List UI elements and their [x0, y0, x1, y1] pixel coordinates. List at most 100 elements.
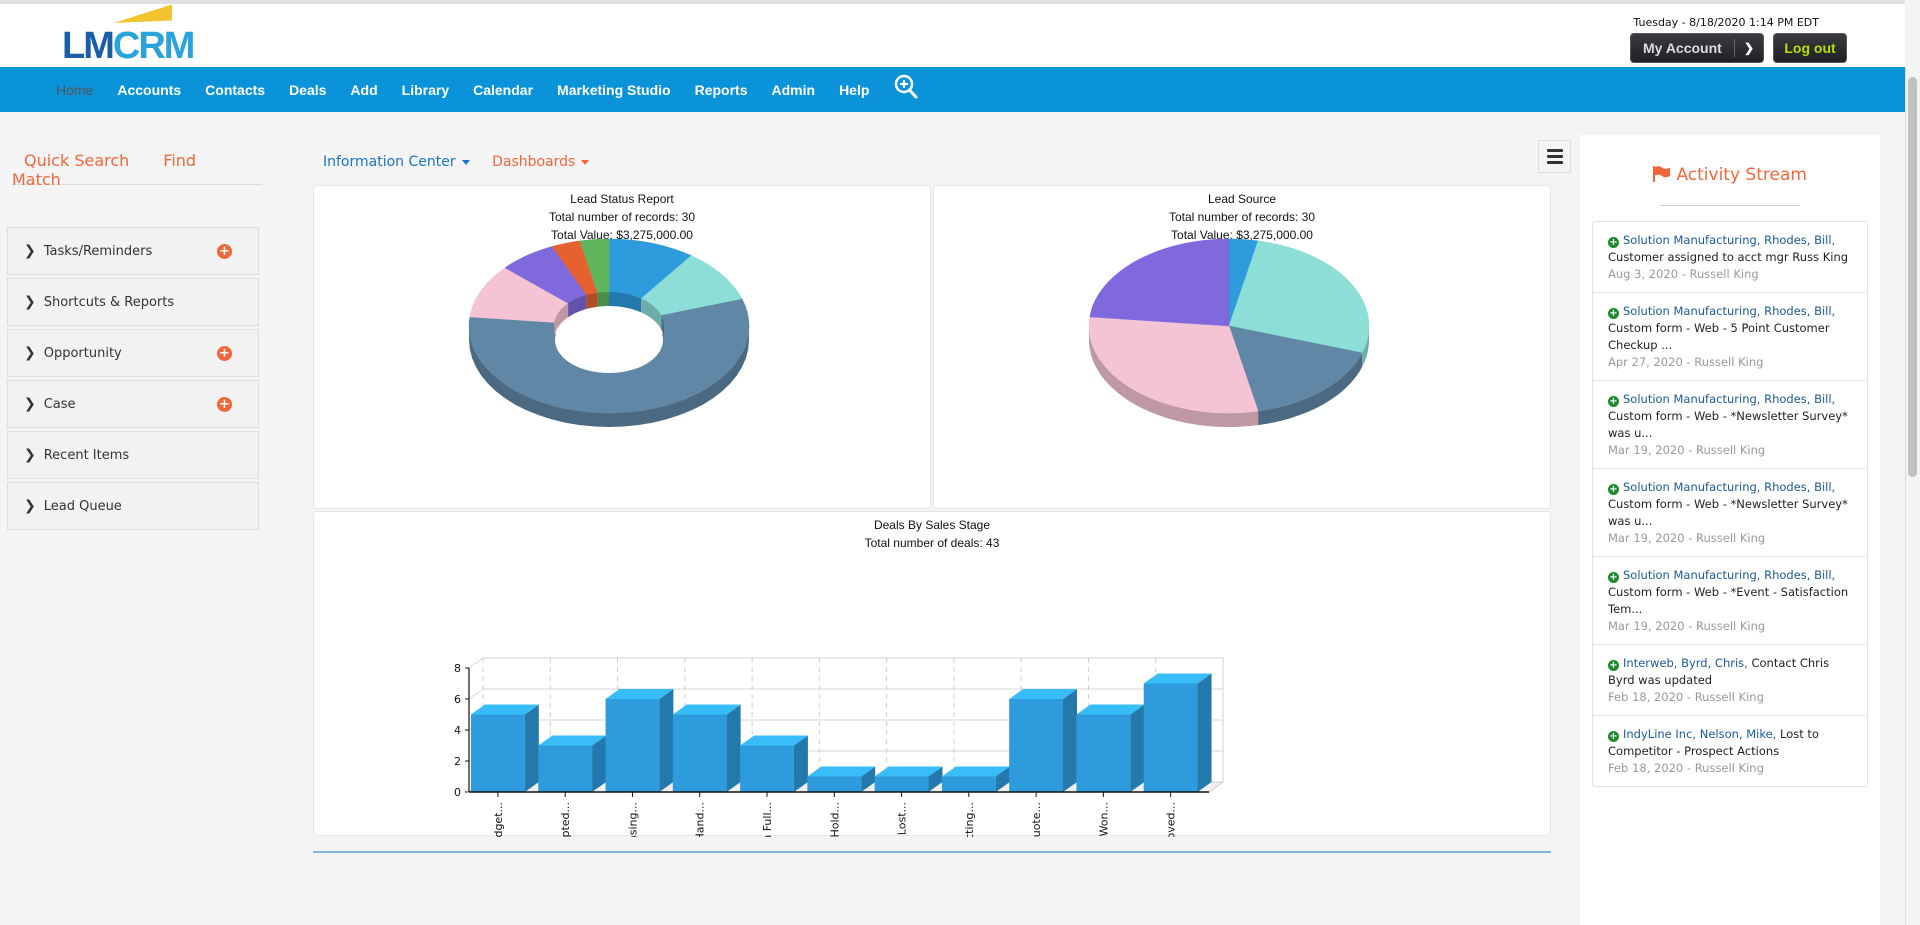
chevron-down-icon[interactable]: ❯	[1735, 41, 1763, 55]
scrollbar-thumb[interactable]	[1908, 77, 1917, 477]
caret-down-icon	[461, 159, 470, 165]
lead-source-card: Lead Source Total number of records: 30 …	[933, 185, 1551, 509]
flag-icon	[1653, 165, 1671, 185]
plus-circle-icon[interactable]: +	[1608, 731, 1619, 742]
x-tick-label: Quote Accepted...	[559, 802, 572, 837]
sidebar-panel-shortcuts-reports[interactable]: ❯ Shortcuts & Reports	[7, 278, 259, 326]
donut-hole	[555, 307, 663, 373]
bar[interactable]	[807, 766, 876, 793]
activity-record-link[interactable]: Solution Manufacturing, Rhodes, Bill,	[1623, 480, 1835, 494]
activity-text: Customer assigned to acct mgr Russ King	[1608, 250, 1849, 264]
y-tick-label: 0	[454, 786, 461, 799]
nav-contacts[interactable]: Contacts	[205, 82, 265, 98]
divider	[1660, 205, 1800, 206]
activity-meta: Feb 18, 2020 - Russell King	[1608, 761, 1764, 775]
bar[interactable]	[740, 735, 808, 793]
panel-label: Lead Queue	[43, 498, 122, 514]
activity-record-link[interactable]: Solution Manufacturing, Rhodes, Bill,	[1623, 392, 1835, 406]
nav-accounts[interactable]: Accounts	[117, 82, 181, 98]
x-tick-label: Closed - Won...	[1097, 802, 1110, 837]
plus-circle-icon[interactable]: +	[1608, 396, 1619, 407]
activity-record-link[interactable]: Solution Manufacturing, Rhodes, Bill,	[1623, 568, 1835, 582]
chevron-right-icon: ❯	[24, 396, 36, 412]
activity-record-link[interactable]: Solution Manufacturing, Rhodes, Bill,	[1623, 304, 1835, 318]
information-center-dropdown[interactable]: Information Center	[323, 154, 470, 170]
page-scrollbar[interactable]	[1905, 67, 1920, 925]
donut-inner-wall	[586, 292, 598, 309]
bar[interactable]	[538, 735, 607, 793]
sidebar-panel-lead-queue[interactable]: ❯ Lead Queue	[7, 482, 259, 530]
search-plus-icon[interactable]	[893, 74, 919, 100]
bar[interactable]	[1143, 673, 1212, 793]
bar[interactable]	[874, 766, 943, 793]
plus-circle-icon[interactable]: +	[1608, 484, 1619, 495]
nav-admin[interactable]: Admin	[772, 82, 816, 98]
x-tick-label: Approved Budget...	[492, 802, 505, 837]
activity-item: + Solution Manufacturing, Rhodes, Bill, C…	[1593, 293, 1867, 381]
logo-text-lm: LM	[62, 25, 115, 67]
quick-search-link[interactable]: Quick Search	[24, 151, 129, 170]
plus-circle-icon[interactable]: +	[1608, 572, 1619, 583]
gridline	[468, 688, 484, 700]
deals-bar-chart[interactable]: 0 2 4 6 8 Approved Budget... Quote Accepted...…	[314, 512, 1552, 837]
nav-marketing-studio[interactable]: Marketing Studio	[557, 82, 671, 98]
current-datetime: Tuesday - 8/18/2020 1:14 PM EDT	[1633, 16, 1819, 29]
panel-label: Tasks/Reminders	[43, 243, 153, 259]
lmcrm-logo[interactable]: LMCRM	[62, 4, 222, 67]
activity-meta: Mar 19, 2020 - Russell King	[1608, 443, 1766, 457]
lead-source-pie-chart[interactable]	[934, 186, 1552, 510]
plus-circle-icon[interactable]: +	[1608, 308, 1619, 319]
chevron-right-icon: ❯	[24, 294, 36, 310]
activity-list: + Solution Manufacturing, Rhodes, Bill, C…	[1592, 221, 1868, 787]
nav-home[interactable]: Home	[56, 82, 93, 98]
bar[interactable]	[941, 766, 1010, 793]
nav-help[interactable]: Help	[839, 82, 869, 98]
y-tick-label: 8	[454, 662, 461, 675]
activity-text: Custom form - Web - *Newsletter Survey* …	[1608, 497, 1848, 528]
dashboards-dropdown[interactable]: Dashboards	[492, 154, 590, 170]
add-circle-icon[interactable]: +	[217, 346, 232, 361]
bar[interactable]	[605, 689, 674, 792]
pie-slice[interactable]	[1089, 238, 1230, 327]
my-account-label: My Account	[1643, 40, 1722, 56]
bar[interactable]	[1076, 704, 1145, 793]
nav-deals[interactable]: Deals	[289, 82, 326, 98]
y-tick-label: 6	[454, 693, 461, 706]
main-nav: Home Accounts Contacts Deals Add Library Calen…	[0, 67, 1905, 112]
add-circle-icon[interactable]: +	[217, 397, 232, 412]
logout-button[interactable]: Log out	[1773, 33, 1847, 63]
bar[interactable]	[471, 704, 539, 793]
sidebar-panel-opportunity[interactable]: ❯ Opportunity +	[7, 329, 259, 377]
sidebar-panel-recent-items[interactable]: ❯ Recent Items	[7, 431, 259, 479]
logo-text-crm: CRM	[112, 25, 196, 67]
activity-meta: Aug 3, 2020 - Russell King	[1608, 267, 1759, 281]
y-tick-label: 2	[454, 755, 461, 768]
nav-library[interactable]: Library	[402, 82, 449, 98]
chevron-right-icon: ❯	[24, 243, 36, 259]
my-account-button[interactable]: My Account ❯	[1630, 33, 1764, 63]
sidebar-panels: ❯ Tasks/Reminders + ❯ Shortcuts & Reports ❯ Op…	[7, 227, 259, 533]
activity-record-link[interactable]: Interweb, Byrd, Chris,	[1623, 656, 1748, 670]
x-tick-label: Deal In Hand...	[694, 802, 707, 837]
add-circle-icon[interactable]: +	[217, 244, 232, 259]
plus-circle-icon[interactable]: +	[1608, 660, 1619, 671]
bar[interactable]	[672, 704, 741, 793]
sidebar-panel-case[interactable]: ❯ Case +	[7, 380, 259, 428]
sidebar-panel-tasks-reminders[interactable]: ❯ Tasks/Reminders +	[7, 227, 259, 275]
nav-reports[interactable]: Reports	[695, 82, 748, 98]
activity-text: Custom form - Web - *Event - Satisfactio…	[1608, 585, 1849, 616]
activity-item: + IndyLine Inc, Nelson, Mike, Lost to Com…	[1593, 716, 1867, 786]
bar[interactable]	[1009, 689, 1077, 792]
activity-stream-title: Activity Stream	[1676, 165, 1807, 185]
activity-record-link[interactable]: IndyLine Inc, Nelson, Mike,	[1623, 727, 1776, 741]
menu-hamburger-icon[interactable]	[1538, 140, 1571, 173]
activity-item: + Solution Manufacturing, Rhodes, Bill, C…	[1593, 222, 1867, 293]
activity-record-link[interactable]: Solution Manufacturing, Rhodes, Bill,	[1623, 233, 1835, 247]
panel-label: Case	[43, 396, 76, 412]
plus-circle-icon[interactable]: +	[1608, 237, 1619, 248]
nav-add[interactable]: Add	[350, 82, 377, 98]
nav-calendar[interactable]: Calendar	[473, 82, 533, 98]
x-tick-label: Approved...	[1165, 802, 1178, 837]
lead-status-donut-chart[interactable]	[314, 186, 932, 510]
chevron-right-icon: ❯	[24, 345, 36, 361]
